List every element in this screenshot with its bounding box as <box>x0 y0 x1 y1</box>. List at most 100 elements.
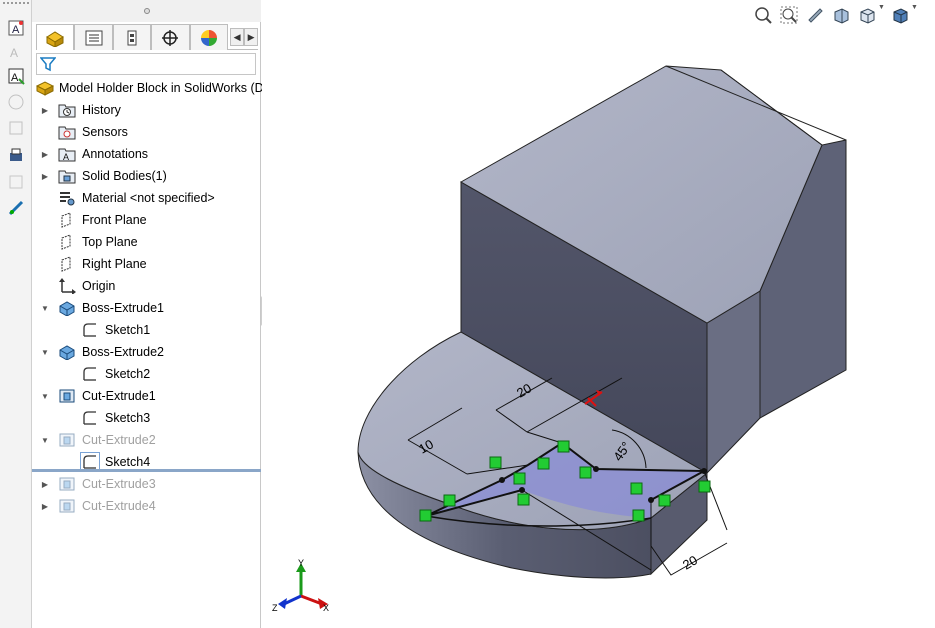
part-icon <box>46 30 65 47</box>
section-view-icon[interactable] <box>830 4 852 26</box>
tree-item-label: Top Plane <box>82 235 138 249</box>
display-manager-tab[interactable] <box>189 24 229 50</box>
note-icon[interactable]: A <box>5 66 27 86</box>
expand-icon[interactable]: ▶ <box>40 105 50 115</box>
manager-tabs: ◀ ▶ <box>36 24 259 50</box>
tree-item-sensors[interactable]: Sensors <box>32 121 261 143</box>
triad-z-label: Z <box>272 603 278 613</box>
relations-icon[interactable] <box>5 198 27 218</box>
tree-item-boss-extrude1[interactable]: ▼ Boss-Extrude1 <box>32 297 261 319</box>
plane-icon <box>58 255 76 273</box>
tree-item-boss-extrude2[interactable]: ▼ Boss-Extrude2 <box>32 341 261 363</box>
tree-item-origin[interactable]: Origin <box>32 275 261 297</box>
annotations-folder-icon: A <box>58 145 76 163</box>
model-view[interactable]: 20 10 45° 20 Y X Z <box>262 0 935 628</box>
tree-item-label: Cut-Extrude4 <box>82 499 156 513</box>
crosshair-icon <box>162 29 179 46</box>
collapse-icon[interactable]: ▼ <box>40 303 50 313</box>
property-list-icon <box>85 30 103 45</box>
collapse-icon[interactable]: ▼ <box>40 347 50 357</box>
tree-item-label: Front Plane <box>82 213 147 227</box>
expand-icon[interactable]: ▶ <box>40 479 50 489</box>
expand-icon[interactable]: ▶ <box>40 149 50 159</box>
boss-extrude-icon <box>58 299 76 317</box>
display-style-icon[interactable] <box>889 4 911 26</box>
expand-icon[interactable]: ▶ <box>40 501 50 511</box>
svg-text:A: A <box>10 46 18 60</box>
tree-item-cut-extrude2[interactable]: ▼ Cut-Extrude2 <box>32 429 261 451</box>
tree-item-annotations[interactable]: ▶ A Annotations <box>32 143 261 165</box>
reference-triad[interactable]: Y X Z <box>272 558 329 613</box>
heads-up-view-toolbar: ▼ ▼ <box>752 4 918 26</box>
collapse-icon[interactable]: ▼ <box>40 435 50 445</box>
tree-item-label: History <box>82 103 121 117</box>
rollback-bar[interactable] <box>32 469 261 472</box>
tree-root-part[interactable]: Model Holder Block in SolidWorks (De <box>32 77 271 99</box>
sketch-icon <box>81 409 99 427</box>
featuremanager-tab[interactable] <box>36 24 75 50</box>
relation-glyph-icon <box>698 480 711 493</box>
color-wheel-icon <box>200 29 217 46</box>
relation-glyph-icon <box>513 472 526 485</box>
svg-text:A: A <box>11 72 19 84</box>
history-folder-icon <box>58 101 76 119</box>
feature-manager-panel: ◀ ▶ Model Holder Block in SolidWorks (De… <box>32 0 271 628</box>
relation-glyph-icon <box>557 440 570 453</box>
hole-callout-icon[interactable] <box>5 172 27 192</box>
tree-item-label: Material <not specified> <box>82 191 215 205</box>
view-orientation-icon[interactable] <box>856 4 878 26</box>
plane-icon <box>58 211 76 229</box>
material-icon <box>58 189 76 207</box>
boss-extrude-icon <box>58 343 76 361</box>
tree-item-sketch2[interactable]: Sketch2 <box>32 363 261 385</box>
filter-icon <box>40 57 56 72</box>
tree-item-front-plane[interactable]: Front Plane <box>32 209 261 231</box>
tree-item-right-plane[interactable]: Right Plane <box>32 253 261 275</box>
surface-finish-icon[interactable] <box>5 118 27 138</box>
view-orientation-dropdown-icon[interactable]: ▼ <box>878 4 885 26</box>
tree-root-label: Model Holder Block in SolidWorks (De <box>59 81 271 95</box>
tree-item-history[interactable]: ▶ History <box>32 99 261 121</box>
tabs-scroll-right-icon[interactable]: ▶ <box>244 28 259 46</box>
tree-item-material-not-specified[interactable]: Material <not specified> <box>32 187 261 209</box>
tree-item-cut-extrude1[interactable]: ▼ Cut-Extrude1 <box>32 385 261 407</box>
print-icon[interactable] <box>5 146 27 166</box>
tree-item-cut-extrude4[interactable]: ▶ Cut-Extrude4 <box>32 495 261 517</box>
tree-item-sketch1[interactable]: Sketch1 <box>32 319 261 341</box>
tree-item-label: Boss-Extrude1 <box>82 301 164 315</box>
toolbar-grip[interactable] <box>3 2 29 5</box>
sketch-point[interactable] <box>499 477 505 483</box>
relation-glyph-icon <box>630 482 643 495</box>
graphics-viewport[interactable]: 20 10 45° 20 Y X Z ▼ ▼ <box>262 0 935 628</box>
sketch-icon <box>81 321 99 339</box>
dimxpert-tab[interactable] <box>151 24 190 50</box>
panel-resize-handle[interactable] <box>32 0 261 22</box>
display-style-dropdown-icon[interactable]: ▼ <box>911 4 918 26</box>
relation-glyph-icon <box>489 456 502 469</box>
relation-glyph-icon <box>419 509 432 522</box>
propertymanager-tab[interactable] <box>74 24 113 50</box>
tree-item-label: Right Plane <box>82 257 147 271</box>
solid-bodies-folder-icon <box>58 167 76 185</box>
zoom-to-area-icon[interactable] <box>778 4 800 26</box>
configurationmanager-tab[interactable] <box>112 24 152 50</box>
dimension-label[interactable]: 20 <box>680 552 700 572</box>
tabs-scroll-left-icon[interactable]: ◀ <box>230 28 245 46</box>
zoom-to-fit-icon[interactable] <box>752 4 774 26</box>
smart-dimension-icon[interactable]: A <box>5 18 27 38</box>
previous-view-icon[interactable] <box>804 4 826 26</box>
tree-item-top-plane[interactable]: Top Plane <box>32 231 261 253</box>
sketch-text-icon[interactable]: A <box>5 42 27 62</box>
balloon-icon[interactable] <box>5 92 27 112</box>
cut-extrude-icon <box>58 497 76 515</box>
triad-x-label: X <box>323 603 329 613</box>
tree-item-label: Sensors <box>82 125 128 139</box>
tree-item-sketch3[interactable]: Sketch3 <box>32 407 261 429</box>
tree-item-solid-bodies-1[interactable]: ▶ Solid Bodies(1) <box>32 165 261 187</box>
collapse-icon[interactable]: ▼ <box>40 391 50 401</box>
expand-icon[interactable]: ▶ <box>40 171 50 181</box>
tree-item-cut-extrude3[interactable]: ▶ Cut-Extrude3 <box>32 473 261 495</box>
feature-tree: Model Holder Block in SolidWorks (De ▶ Hi… <box>32 77 271 517</box>
feature-tree-filter[interactable] <box>36 53 256 75</box>
tree-item-label: Annotations <box>82 147 149 161</box>
